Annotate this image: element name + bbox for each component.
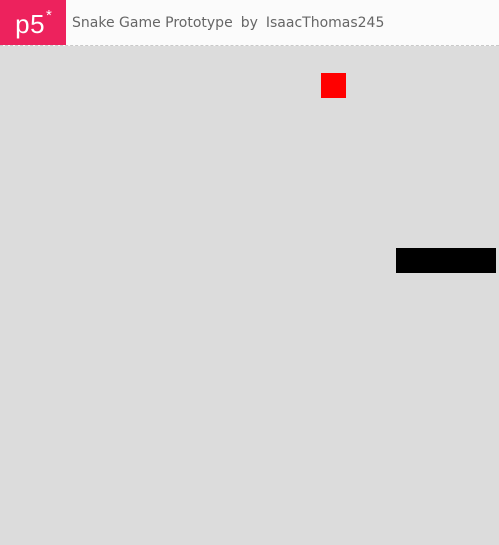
p5-logo[interactable]: p5 * <box>0 0 66 45</box>
by-label: by <box>240 15 258 31</box>
logo-text: p5 <box>15 9 46 39</box>
sketch-title-group: Snake Game Prototype by IsaacThomas245 <box>72 0 385 45</box>
author-link[interactable]: IsaacThomas245 <box>266 15 385 31</box>
header-bar: p5 * Snake Game Prototype by IsaacThomas2… <box>0 0 499 46</box>
sketch-title[interactable]: Snake Game Prototype <box>72 15 233 31</box>
food-square <box>321 73 346 98</box>
game-canvas[interactable] <box>0 46 499 545</box>
p5-editor-page: p5 * Snake Game Prototype by IsaacThomas2… <box>0 0 499 545</box>
snake-body <box>396 248 496 273</box>
logo-star: * <box>46 6 52 24</box>
